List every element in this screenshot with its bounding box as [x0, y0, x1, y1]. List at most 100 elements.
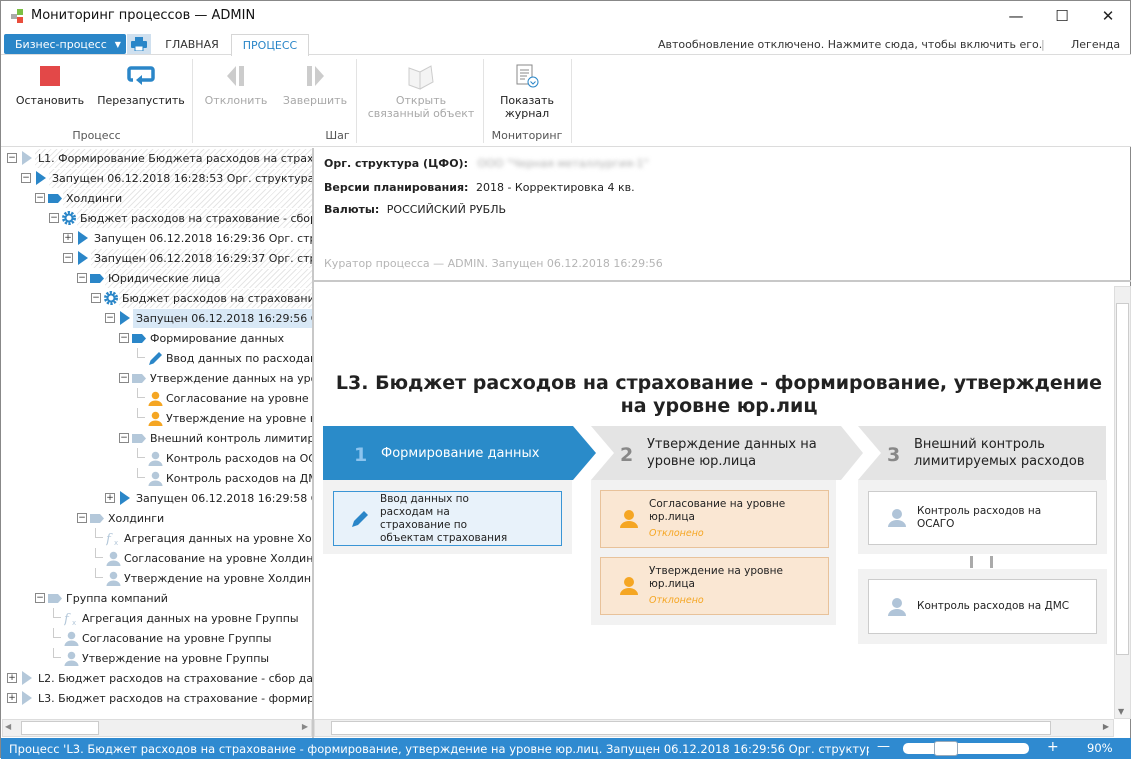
- zoom-out-button[interactable]: —: [877, 739, 890, 754]
- tree-item[interactable]: − Запущен 06.12.2018 16:29:37 Орг. структ…: [2, 248, 312, 268]
- legend-link[interactable]: Легенда: [1071, 38, 1120, 51]
- user-grey-icon: [63, 650, 79, 666]
- scroll-down-arrow-icon[interactable]: ▼: [1118, 707, 1124, 716]
- scroll-thumb[interactable]: [21, 721, 99, 735]
- tree-item[interactable]: − Холдинги: [2, 508, 312, 528]
- tree-item[interactable]: Ввод данных по расходам на страхование: [2, 348, 312, 368]
- tree-item[interactable]: Контроль расходов на ДМС: [2, 468, 312, 488]
- close-button[interactable]: ✕: [1085, 1, 1131, 31]
- open-linked-object-button[interactable]: Открыть связанный объект: [363, 61, 479, 120]
- diagram-horizontal-scrollbar[interactable]: ▶: [314, 719, 1114, 737]
- collapse-toggle[interactable]: −: [63, 253, 73, 263]
- tree-item[interactable]: Согласование на уровне юр.лица: [2, 388, 312, 408]
- process-diagram: L3. Бюджет расходов на страхование - фор…: [314, 284, 1131, 738]
- connector: [970, 556, 973, 568]
- diagram-title: L3. Бюджет расходов на страхование - фор…: [335, 372, 1103, 417]
- tree-item-label: Агрегация данных на уровне Холдинга: [124, 531, 312, 545]
- collapse-toggle[interactable]: −: [35, 593, 45, 603]
- collapse-toggle[interactable]: −: [77, 273, 87, 283]
- reject-button[interactable]: Отклонить: [201, 61, 271, 107]
- tree-item[interactable]: − Внешний контроль лимитируемых расходов: [2, 428, 312, 448]
- maximize-button[interactable]: ☐: [1039, 1, 1085, 31]
- stage-3-number: 3: [887, 444, 901, 466]
- collapse-toggle[interactable]: −: [105, 313, 115, 323]
- play-blue-icon: [33, 170, 49, 186]
- minimize-button[interactable]: —: [993, 1, 1039, 31]
- collapse-toggle[interactable]: −: [77, 513, 87, 523]
- tab-main[interactable]: ГЛАВНАЯ: [153, 34, 231, 55]
- tab-process[interactable]: ПРОЦЕСС: [231, 34, 309, 56]
- task-card-rejected[interactable]: Утверждение на уровне юр.лица Отклонено: [600, 557, 829, 615]
- tree-item[interactable]: − Формирование данных: [2, 328, 312, 348]
- tree-item[interactable]: − Бюджет расходов на страхование - сбор д…: [2, 208, 312, 228]
- tree-item[interactable]: − Холдинги: [2, 188, 312, 208]
- diagram-vertical-scrollbar[interactable]: ▼: [1114, 286, 1131, 719]
- tree-horizontal-scrollbar[interactable]: ◀ ▶: [2, 719, 312, 737]
- expand-toggle[interactable]: +: [7, 693, 17, 703]
- version-label: Версии планирования:: [324, 181, 469, 194]
- scroll-left-arrow-icon[interactable]: ◀: [5, 722, 11, 731]
- process-tree[interactable]: − L1. Формирование Бюджета расходов на ст…: [2, 148, 312, 718]
- tree-item-label: L1. Формирование Бюджета расходов на стр…: [35, 148, 312, 168]
- tree-item[interactable]: Утверждение на уровне Холдинга: [2, 568, 312, 588]
- scroll-right-arrow-icon[interactable]: ▶: [1103, 722, 1109, 731]
- tree-item[interactable]: − Юридические лица: [2, 268, 312, 288]
- scroll-thumb[interactable]: [1116, 303, 1129, 655]
- tree-item[interactable]: + L2. Бюджет расходов на страхование - сб…: [2, 668, 312, 688]
- autoupdate-link[interactable]: Автообновление отключено. Нажмите сюда, …: [658, 38, 1042, 51]
- play-grey-icon: [19, 150, 35, 166]
- print-button[interactable]: [127, 34, 151, 54]
- tree-connector: [53, 648, 61, 658]
- collapse-toggle[interactable]: −: [21, 173, 31, 183]
- expand-toggle[interactable]: +: [105, 493, 115, 503]
- collapse-toggle[interactable]: −: [119, 373, 129, 383]
- scroll-right-arrow-icon[interactable]: ▶: [302, 722, 308, 731]
- tree-connector: [137, 448, 145, 458]
- finish-button[interactable]: Завершить: [281, 61, 349, 107]
- tree-item-label: Группа компаний: [66, 591, 168, 605]
- collapse-toggle[interactable]: −: [35, 193, 45, 203]
- tree-item-label: Утверждение на уровне Холдинга: [124, 571, 312, 585]
- zoom-in-button[interactable]: +: [1047, 739, 1059, 755]
- version-value: 2018 - Корректировка 4 кв.: [475, 181, 635, 194]
- tree-item[interactable]: − Запущен 06.12.2018 16:28:53 Орг. структ…: [2, 168, 312, 188]
- scroll-thumb[interactable]: [331, 721, 1051, 735]
- tree-item[interactable]: − Утверждение данных на уровне юр.лица: [2, 368, 312, 388]
- tree-item[interactable]: Утверждение на уровне юр.лица: [2, 408, 312, 428]
- play-blue-icon: [117, 490, 133, 506]
- tree-item[interactable]: − Группа компаний: [2, 588, 312, 608]
- tree-item[interactable]: + L3. Бюджет расходов на страхование - фо…: [2, 688, 312, 708]
- task-card[interactable]: Контроль расходов на ОСАГО: [868, 491, 1097, 545]
- stop-button[interactable]: Остановить: [11, 61, 89, 107]
- stop-label: Остановить: [15, 94, 85, 107]
- user-grey-icon: [888, 509, 906, 527]
- collapse-toggle[interactable]: −: [7, 153, 17, 163]
- task-card[interactable]: Ввод данных по расходам на страхование п…: [333, 491, 562, 546]
- collapse-toggle[interactable]: −: [119, 433, 129, 443]
- tree-connector: [137, 468, 145, 478]
- tree-item[interactable]: − Запущен 06.12.2018 16:29:56 Орг. структ…: [2, 308, 312, 328]
- tree-item[interactable]: Согласование на уровне Группы: [2, 628, 312, 648]
- zoom-slider[interactable]: [903, 741, 1029, 756]
- tree-item[interactable]: − L1. Формирование Бюджета расходов на ст…: [2, 148, 312, 168]
- expand-toggle[interactable]: +: [63, 233, 73, 243]
- expand-toggle[interactable]: +: [7, 673, 17, 683]
- collapse-toggle[interactable]: −: [119, 333, 129, 343]
- show-log-button[interactable]: Показать журнал: [491, 61, 563, 120]
- business-process-menu-button[interactable]: Бизнес-процесс ▼: [4, 34, 126, 54]
- tree-item[interactable]: fxАгрегация данных на уровне Холдинга: [2, 528, 312, 548]
- collapse-toggle[interactable]: −: [49, 213, 59, 223]
- tree-item[interactable]: + Запущен 06.12.2018 16:29:58 Орг. структ…: [2, 488, 312, 508]
- tree-item[interactable]: f x Агрегация данных на уровне Группы: [2, 608, 312, 628]
- tree-item[interactable]: Согласование на уровне Холдинга: [2, 548, 312, 568]
- tree-item[interactable]: + Запущен 06.12.2018 16:29:36 Орг. структ…: [2, 228, 312, 248]
- task-card[interactable]: Контроль расходов на ДМС: [868, 579, 1097, 634]
- tree-item[interactable]: Утверждение на уровне Группы: [2, 648, 312, 668]
- zoom-slider-thumb[interactable]: [933, 741, 958, 756]
- svg-text:f: f: [106, 532, 113, 546]
- tree-item[interactable]: − Бюджет расходов на страхование - формир…: [2, 288, 312, 308]
- tree-item[interactable]: Контроль расходов на ОСАГО: [2, 448, 312, 468]
- task-card-rejected[interactable]: Согласование на уровне юр.лица Отклонено: [600, 490, 829, 548]
- collapse-toggle[interactable]: −: [91, 293, 101, 303]
- restart-button[interactable]: Перезапустить: [97, 61, 185, 107]
